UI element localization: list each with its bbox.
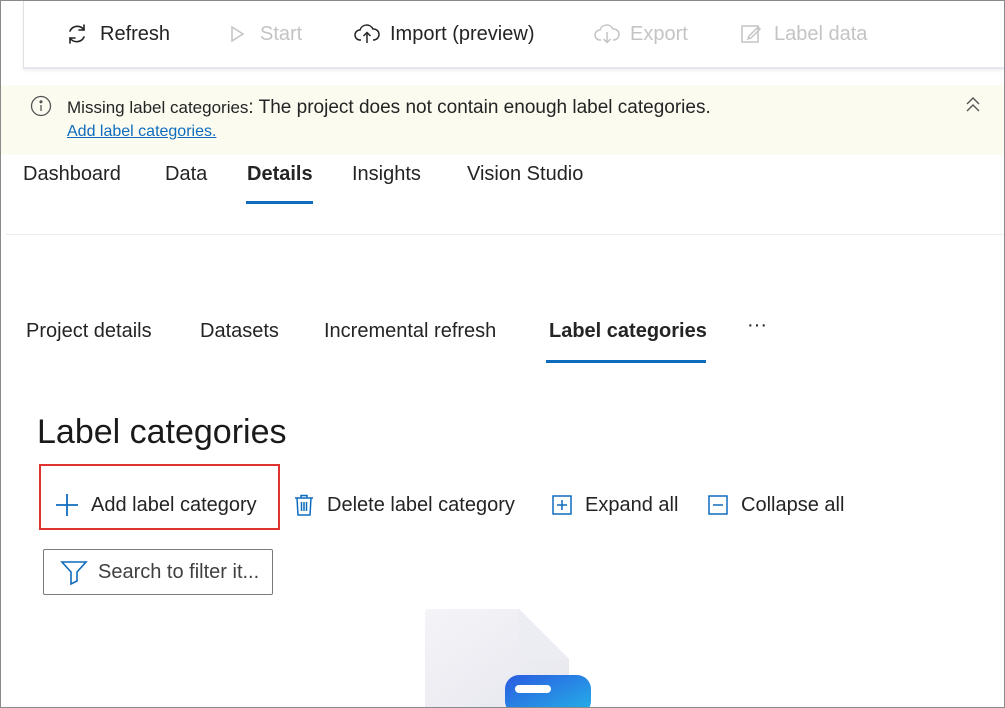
info-icon <box>30 95 52 122</box>
page-title: Label categories <box>37 413 287 451</box>
filter-icon <box>60 559 88 585</box>
delete-label-category-label: Delete label category <box>327 493 515 516</box>
play-icon <box>224 21 250 47</box>
plus-icon <box>55 493 79 517</box>
collapse-banner-icon[interactable] <box>963 95 983 120</box>
export-button[interactable]: Export <box>594 19 688 49</box>
subtab-incremental-refresh[interactable]: Incremental refresh <box>324 320 496 343</box>
subtab-datasets[interactable]: Datasets <box>200 320 279 343</box>
tab-data[interactable]: Data <box>165 163 207 186</box>
tab-details[interactable]: Details <box>247 163 313 186</box>
empty-state-illustration <box>419 607 619 707</box>
cloud-upload-icon <box>354 21 380 47</box>
tab-vision-studio[interactable]: Vision Studio <box>467 163 583 186</box>
refresh-icon <box>64 21 90 47</box>
add-label-categories-link[interactable]: Add label categories. <box>67 123 216 141</box>
subtab-project-details[interactable]: Project details <box>26 320 152 343</box>
import-button[interactable]: Import (preview) <box>354 19 534 49</box>
start-label: Start <box>260 22 303 45</box>
tab-insights[interactable]: Insights <box>352 163 421 186</box>
edit-icon <box>738 21 764 47</box>
window: Refresh Start Import (preview) Export La… <box>0 0 1005 708</box>
expand-all-button[interactable]: Expand all <box>551 487 678 523</box>
expand-all-label: Expand all <box>585 493 679 516</box>
collapse-icon <box>707 494 729 516</box>
expand-icon <box>551 494 573 516</box>
divider <box>6 234 1004 235</box>
more-options-button[interactable]: ··· <box>747 314 767 337</box>
cloud-download-icon <box>594 21 620 47</box>
banner-message: Missing label categories: The project do… <box>67 97 711 119</box>
trash-icon <box>293 493 315 517</box>
search-placeholder: Search to filter it... <box>98 560 260 583</box>
warning-banner: Missing label categories: The project do… <box>1 85 1004 155</box>
active-subtab-indicator <box>546 360 706 363</box>
collapse-all-label: Collapse all <box>741 493 845 516</box>
active-tab-indicator <box>246 201 313 204</box>
subtab-label-categories[interactable]: Label categories <box>549 320 707 343</box>
export-label: Export <box>630 22 688 45</box>
start-button[interactable]: Start <box>224 19 302 49</box>
banner-text: : The project does not contain enough la… <box>248 97 711 118</box>
add-label-category-button[interactable]: Add label category <box>55 487 257 523</box>
tab-dashboard[interactable]: Dashboard <box>23 163 121 186</box>
import-label: Import (preview) <box>390 22 535 45</box>
delete-label-category-button[interactable]: Delete label category <box>293 487 515 523</box>
search-filter-input[interactable]: Search to filter it... <box>43 549 273 595</box>
add-label-category-label: Add label category <box>91 493 257 516</box>
banner-title: Missing label categories <box>67 98 249 117</box>
command-toolbar: Refresh Start Import (preview) Export La… <box>23 1 1004 69</box>
collapse-all-button[interactable]: Collapse all <box>707 487 844 523</box>
label-data-label: Label data <box>774 22 868 45</box>
refresh-button[interactable]: Refresh <box>64 19 170 49</box>
label-data-button[interactable]: Label data <box>738 19 867 49</box>
refresh-label: Refresh <box>100 22 171 45</box>
